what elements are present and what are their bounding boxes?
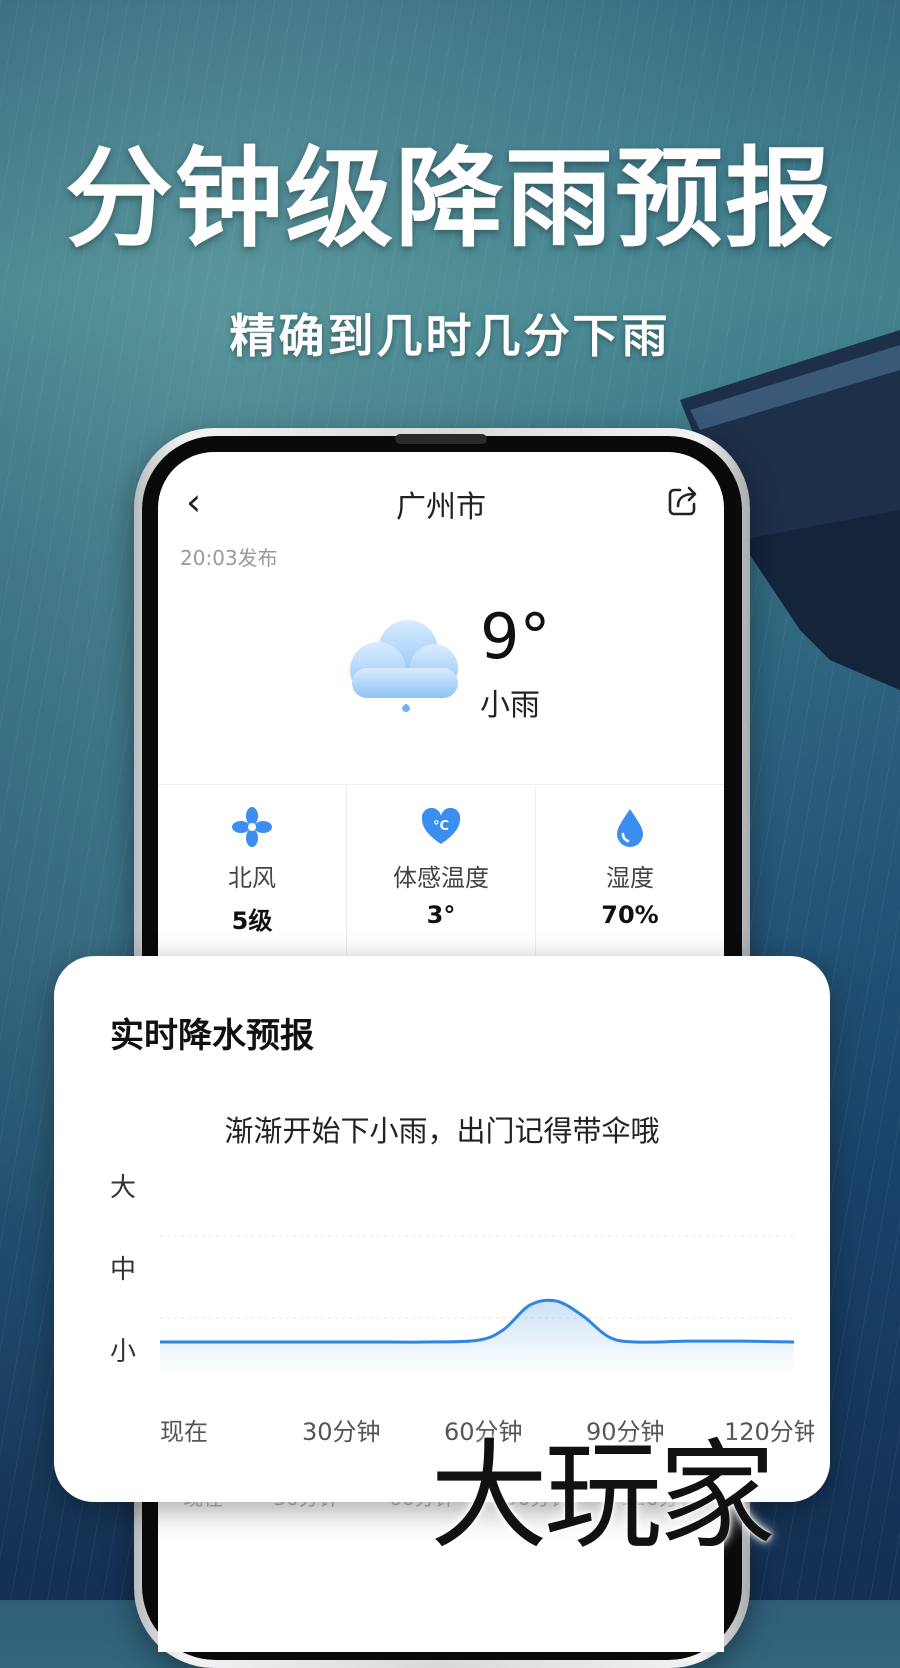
current-temperature: 9° xyxy=(480,600,551,673)
svg-text:°C: °C xyxy=(433,819,449,834)
x-tick-label: 现在 xyxy=(160,1418,208,1446)
precipitation-area xyxy=(160,1300,794,1372)
watermark-text: 大玩家 xyxy=(430,1427,776,1565)
fan-icon xyxy=(232,807,272,847)
water-drop-icon xyxy=(617,809,643,847)
promo-subheadline: 精确到几时几分下雨 xyxy=(229,309,671,363)
precipitation-line xyxy=(159,1298,795,1344)
stat-humidity: 湿度 70% xyxy=(536,786,724,956)
city-title: 广州市 xyxy=(396,490,486,525)
nav-bar: ‹ 广州市 xyxy=(158,480,724,525)
stat-value: 70% xyxy=(601,901,659,929)
stat-feels-like: °C 体感温度 3° xyxy=(347,786,536,956)
stat-label: 北风 xyxy=(228,864,276,892)
stat-value: 3° xyxy=(426,901,456,929)
weather-stats: 北风 5级 °C 体感温度 3° 湿度 70% xyxy=(158,786,724,956)
stat-value: 5级 xyxy=(231,907,273,935)
y-level-label: 大 xyxy=(110,1173,136,1203)
x-tick-label: 30分钟 xyxy=(302,1418,381,1446)
divider xyxy=(158,784,724,785)
publish-time: 20:03发布 xyxy=(180,546,278,570)
card-message: 渐渐开始下小雨，出门记得带伞哦 xyxy=(224,1114,660,1148)
stat-wind: 北风 5级 xyxy=(158,786,347,956)
promo-headline: 分钟级降雨预报 xyxy=(64,136,835,262)
card-title: 实时降水预报 xyxy=(110,1016,314,1056)
current-condition: 小雨 xyxy=(480,688,540,723)
phone-speaker xyxy=(395,434,487,444)
y-level-label: 中 xyxy=(110,1255,136,1285)
heart-celsius-icon: °C xyxy=(421,807,461,844)
share-icon[interactable] xyxy=(666,484,700,518)
stat-label: 体感温度 xyxy=(393,864,489,892)
rain-cloud-icon xyxy=(350,620,458,712)
y-level-label: 小 xyxy=(110,1337,136,1367)
stat-label: 湿度 xyxy=(606,864,654,892)
